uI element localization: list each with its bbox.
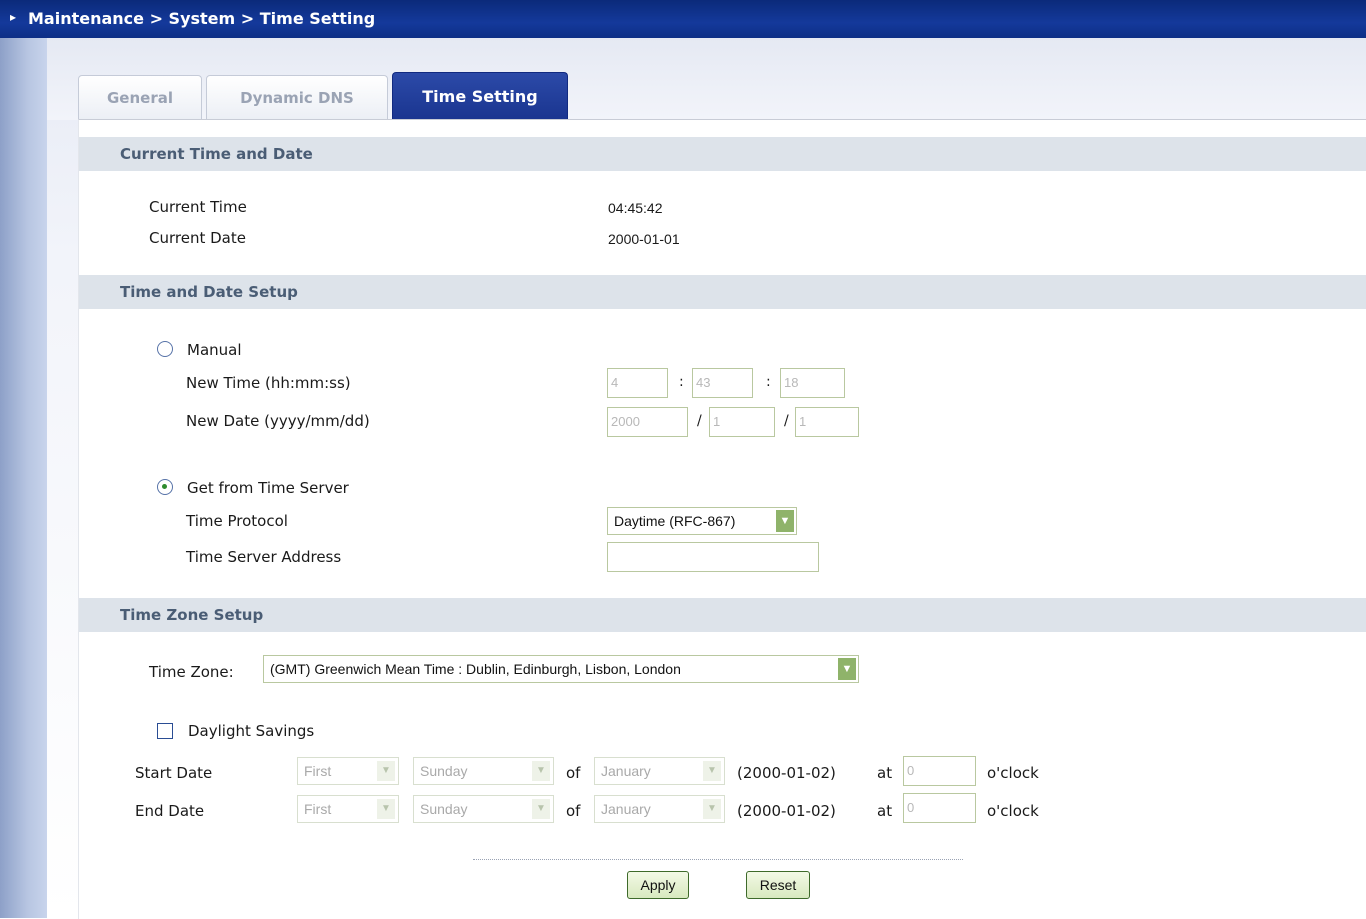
new-date-day-input[interactable]: 1: [795, 407, 859, 437]
top-bar: ▸ Maintenance > System > Time Setting: [0, 0, 1366, 38]
section-header-timezone: Time Zone Setup: [79, 598, 1366, 632]
section-header-setup: Time and Date Setup: [79, 275, 1366, 309]
end-day-value: Sunday: [420, 801, 468, 817]
time-server-label: Get from Time Server: [187, 479, 349, 497]
time-server-address-input[interactable]: [607, 542, 819, 572]
daylight-savings-checkbox[interactable]: [157, 723, 173, 739]
chevron-down-icon: ▼: [532, 761, 550, 781]
start-week-select[interactable]: First ▼: [297, 757, 399, 785]
chevron-down-icon: ▼: [776, 510, 794, 532]
time-protocol-label: Time Protocol: [186, 512, 288, 530]
chevron-down-icon: ▼: [532, 799, 550, 819]
start-date-preview: (2000-01-02): [737, 764, 836, 782]
end-of-text: of: [566, 802, 581, 820]
manual-radio[interactable]: [157, 341, 173, 357]
time-server-address-label: Time Server Address: [186, 548, 342, 566]
time-colon-1: :: [679, 374, 684, 390]
start-date-label: Start Date: [135, 764, 213, 782]
tab-time-setting[interactable]: Time Setting: [392, 72, 568, 119]
button-divider: [473, 859, 963, 860]
start-of-text: of: [566, 764, 581, 782]
chevron-down-icon: ▼: [703, 799, 721, 819]
time-colon-2: :: [766, 374, 771, 390]
daylight-savings-label: Daylight Savings: [188, 722, 315, 740]
start-day-select[interactable]: Sunday ▼: [413, 757, 554, 785]
new-time-label: New Time (hh:mm:ss): [186, 374, 351, 392]
end-date-preview: (2000-01-02): [737, 802, 836, 820]
current-time-value: 04:45:42: [608, 200, 663, 216]
chevron-down-icon: ▼: [703, 761, 721, 781]
date-slash-1: /: [697, 413, 702, 429]
end-at-text: at: [877, 802, 893, 820]
apply-button[interactable]: Apply: [627, 871, 689, 899]
chevron-down-icon: ▼: [838, 658, 856, 680]
current-date-value: 2000-01-01: [608, 231, 680, 247]
end-day-select[interactable]: Sunday ▼: [413, 795, 554, 823]
new-time-minute-input[interactable]: 43: [692, 368, 753, 398]
left-gutter: [47, 38, 78, 918]
time-zone-value: (GMT) Greenwich Mean Time : Dublin, Edin…: [270, 661, 681, 677]
start-day-value: Sunday: [420, 763, 468, 779]
new-date-label: New Date (yyyy/mm/dd): [186, 412, 370, 430]
breadcrumb-arrow-icon: ▸: [10, 10, 17, 24]
current-date-label: Current Date: [149, 229, 246, 247]
left-sidebar-band: [0, 38, 47, 918]
tab-general[interactable]: General: [78, 75, 202, 119]
date-slash-2: /: [784, 413, 789, 429]
tab-dynamic-dns[interactable]: Dynamic DNS: [206, 75, 388, 119]
breadcrumb: Maintenance > System > Time Setting: [28, 9, 376, 28]
time-protocol-select[interactable]: Daytime (RFC-867) ▼: [607, 507, 797, 535]
end-oclock-text: o'clock: [987, 802, 1039, 820]
start-hour-input[interactable]: 0: [903, 756, 976, 786]
new-time-hour-input[interactable]: 4: [607, 368, 668, 398]
chevron-down-icon: ▼: [377, 761, 395, 781]
end-week-select[interactable]: First ▼: [297, 795, 399, 823]
section-title-current: Current Time and Date: [120, 145, 313, 163]
end-month-select[interactable]: January ▼: [594, 795, 725, 823]
time-zone-label: Time Zone:: [149, 663, 234, 681]
end-month-value: January: [601, 801, 651, 817]
time-zone-select[interactable]: (GMT) Greenwich Mean Time : Dublin, Edin…: [263, 655, 859, 683]
time-server-radio[interactable]: [157, 479, 173, 495]
new-date-month-input[interactable]: 1: [709, 407, 775, 437]
chevron-down-icon: ▼: [377, 799, 395, 819]
end-hour-input[interactable]: 0: [903, 793, 976, 823]
current-time-label: Current Time: [149, 198, 247, 216]
reset-button[interactable]: Reset: [746, 871, 810, 899]
end-week-value: First: [304, 801, 332, 817]
section-header-current: Current Time and Date: [79, 137, 1366, 171]
start-month-select[interactable]: January ▼: [594, 757, 725, 785]
start-month-value: January: [601, 763, 651, 779]
start-oclock-text: o'clock: [987, 764, 1039, 782]
new-time-second-input[interactable]: 18: [780, 368, 845, 398]
manual-label: Manual: [187, 341, 242, 359]
section-title-timezone: Time Zone Setup: [120, 606, 264, 624]
start-at-text: at: [877, 764, 893, 782]
start-week-value: First: [304, 763, 332, 779]
section-title-setup: Time and Date Setup: [120, 283, 298, 301]
end-date-label: End Date: [135, 802, 205, 820]
new-date-year-input[interactable]: 2000: [607, 407, 688, 437]
time-protocol-value: Daytime (RFC-867): [614, 513, 736, 529]
